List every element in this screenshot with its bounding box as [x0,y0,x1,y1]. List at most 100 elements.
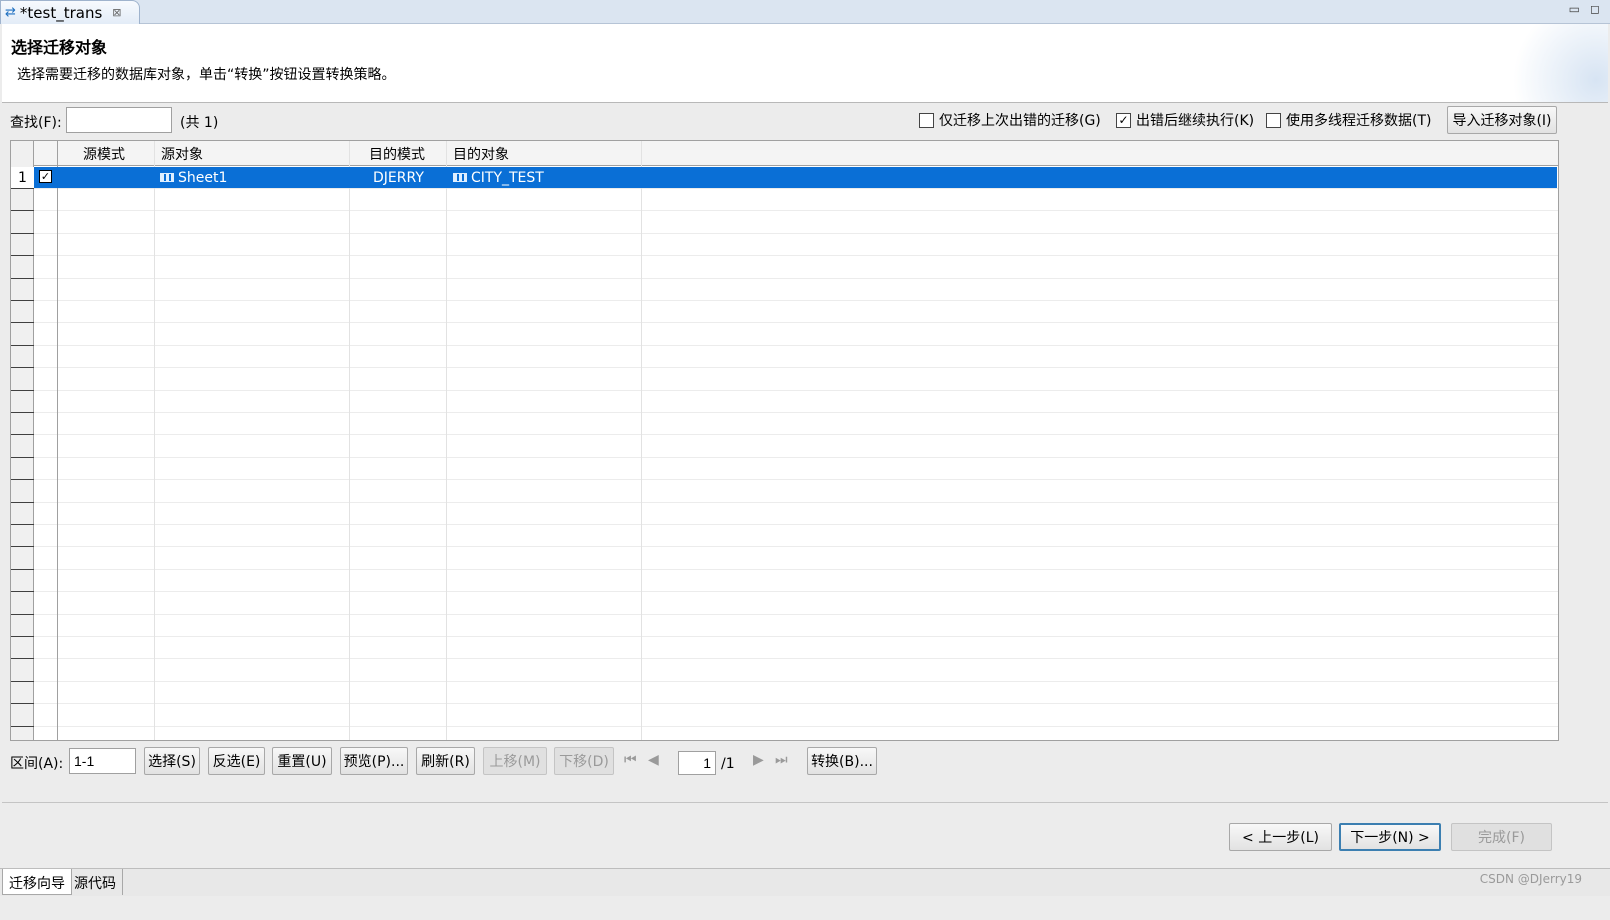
row-checkbox[interactable]: ✓ [39,170,52,183]
row-header-line [11,703,34,705]
footer-separator [2,802,1608,803]
first-page-icon[interactable]: ⏮ [624,752,637,768]
row-number-column [11,141,34,740]
page-title: 选择迁移对象 [11,38,108,57]
convert-button[interactable]: 转换(B)... [807,747,877,775]
grid-row-line [11,434,1558,436]
grid-row-line [11,389,1558,391]
minimize-icon[interactable]: ▭ [1569,2,1580,16]
grid-row-line [11,524,1558,525]
grid-row-line [11,255,1558,257]
next-button[interactable]: 下一步(N) > [1339,823,1441,851]
grid-row-line [11,568,1558,570]
row-header-line [11,277,34,279]
grid-row-line [11,188,1558,189]
grid-row-line [11,658,1558,660]
row-header-line [11,591,34,593]
last-page-icon[interactable]: ⏭ [775,752,788,768]
grid-row-line [11,680,1558,682]
page-number-input[interactable] [678,751,716,775]
continue-on-error-checkbox[interactable]: ✓ [1116,112,1131,128]
row-header-line [11,322,34,324]
row-header-line [11,524,34,525]
column-divider [349,141,350,740]
multithread-option[interactable]: 使用多线程迁移数据(T) [1266,110,1431,130]
row-header-line [11,568,34,570]
column-header-source-object[interactable]: 源对象 [161,141,203,166]
grid-row-line [11,636,1558,637]
maximize-icon[interactable]: ◻ [1590,2,1600,16]
multithread-label: 使用多线程迁移数据(T) [1286,113,1432,129]
grid-row-line [11,344,1558,346]
cell-target-object: CITY_TEST [453,167,544,188]
invert-selection-button[interactable]: 反选(E) [208,747,265,775]
migration-objects-table: 源模式 源对象 目的模式 目的对象 1 Sheet1 DJERRY CITY_T… [10,140,1559,741]
column-divider [446,141,447,740]
row-header-line [11,456,34,458]
grid-row-line [11,322,1558,324]
reset-button[interactable]: 重置(U) [272,747,332,775]
multithread-checkbox[interactable] [1266,112,1281,128]
grid-row-line [11,703,1558,705]
close-icon[interactable]: ⊠ [112,6,121,19]
previous-page-icon[interactable]: ◀ [648,752,659,768]
column-divider [154,141,155,740]
range-input[interactable] [69,748,136,774]
column-divider [57,141,58,740]
cell-target-schema: DJERRY [373,169,424,186]
row-header-line [11,680,34,682]
grid-row-line [11,591,1558,593]
row-header-line [11,367,34,369]
row-header-line [11,210,34,212]
tab-migration-wizard[interactable]: 迁移向导 [2,869,72,895]
page-description: 选择需要迁移的数据库对象，单击“转换”按钮设置转换策略。 [17,67,396,83]
only-failed-label: 仅迁移上次出错的迁移(G) [939,113,1101,129]
row-header-line [11,232,34,234]
row-header-line [11,255,34,257]
row-header-line [11,344,34,346]
bottom-tab-bar: 迁移向导 源代码 [0,868,1610,896]
search-input[interactable] [66,107,172,133]
back-button[interactable]: < 上一步(L) [1229,823,1332,851]
header-decoration [1498,24,1608,102]
column-divider [641,141,642,740]
import-objects-button[interactable]: 导入迁移对象(I) [1447,106,1557,134]
move-down-button[interactable]: 下移(D) [554,747,614,775]
only-failed-checkbox[interactable] [919,112,934,128]
result-count: (共 1) [180,115,219,131]
column-header-target-object[interactable]: 目的对象 [453,141,509,166]
grid-row-line [11,725,1558,727]
grid-row-line [11,479,1558,481]
grid-row-line [11,232,1558,234]
refresh-button[interactable]: 刷新(R) [416,747,475,775]
preview-button[interactable]: 预览(P)... [340,747,408,775]
transfer-arrows-icon: ⇄ [5,5,16,20]
continue-on-error-option[interactable]: ✓ 出错后继续执行(K) [1116,110,1254,130]
grid-row-line [11,546,1558,548]
finish-button[interactable]: 完成(F) [1451,823,1552,851]
table-header [11,141,1558,166]
table-icon [453,173,467,182]
grid-row-line [11,501,1558,503]
row-header-line [11,434,34,436]
row-header-line [11,188,34,189]
row-header-line [11,389,34,391]
row-header-line [11,636,34,637]
row-header-line [11,613,34,615]
grid-row-line [11,367,1558,369]
row-header-line [11,412,34,413]
column-header-source-schema[interactable]: 源模式 [83,141,125,166]
table-row[interactable]: Sheet1 DJERRY CITY_TEST [34,167,1557,188]
cell-source-object: Sheet1 [160,167,227,188]
select-button[interactable]: 选择(S) [144,747,200,775]
grid-row-line [11,412,1558,413]
page-total: /1 [721,756,735,772]
row-header-line [11,725,34,727]
range-label: 区间(A): [10,756,64,772]
column-header-target-schema[interactable]: 目的模式 [369,141,425,166]
only-failed-option[interactable]: 仅迁移上次出错的迁移(G) [919,110,1101,130]
next-page-icon[interactable]: ▶ [753,752,764,768]
tab-source-code[interactable]: 源代码 [68,869,123,895]
move-up-button[interactable]: 上移(M) [483,747,547,775]
editor-tab-test-trans[interactable]: ⇄ *test_trans ⊠ [0,0,140,24]
